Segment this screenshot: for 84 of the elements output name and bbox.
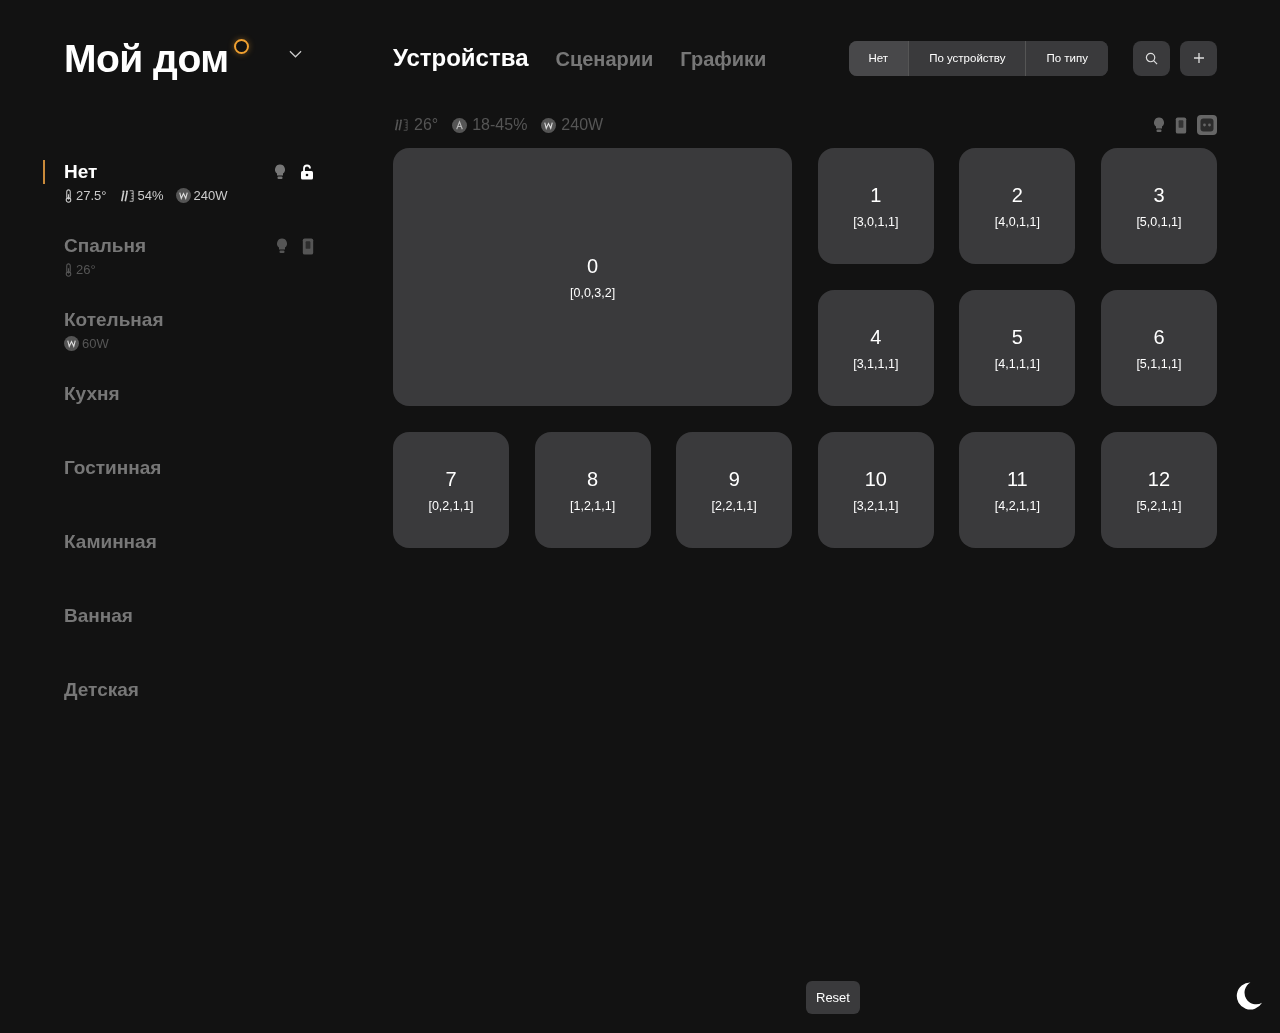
tile-label: 9: [728, 467, 740, 491]
home-title: Мой дом: [64, 36, 229, 82]
moon-icon[interactable]: [1234, 981, 1263, 1011]
bulb-icon[interactable]: [274, 164, 286, 180]
room-name[interactable]: Детская: [64, 678, 139, 702]
tile-coordinates: [3,1,1,1]: [853, 356, 899, 371]
tile-label: 7: [445, 467, 457, 491]
socket-icon[interactable]: [1197, 115, 1217, 135]
tile-label: 2: [1011, 183, 1023, 207]
switch-icon[interactable]: [302, 237, 314, 255]
tile-label: 6: [1153, 325, 1165, 349]
plus-icon: [1192, 52, 1205, 64]
tile-coordinates: [0,0,3,2]: [570, 285, 616, 300]
tile-coordinates: [2,2,1,1]: [711, 498, 757, 513]
tile-coordinates: [3,0,1,1]: [853, 214, 899, 229]
tile-label: 10: [864, 467, 887, 491]
status-ring-icon: [233, 39, 249, 54]
device-tile[interactable]: 5 [4,1,1,1]: [959, 290, 1076, 406]
device-tile[interactable]: 2 [4,0,1,1]: [959, 148, 1076, 264]
stat-reading: 18-45%: [472, 116, 528, 134]
grouping-option[interactable]: Нет: [848, 40, 909, 76]
switch-icon[interactable]: [1175, 116, 1187, 134]
tile-label: 5: [1011, 325, 1023, 349]
tile-coordinates: [0,2,1,1]: [428, 498, 474, 513]
humidity-icon: [393, 118, 409, 132]
bulb-icon[interactable]: [276, 238, 288, 254]
tile-coordinates: [5,2,1,1]: [1136, 498, 1182, 513]
room-name[interactable]: Нет: [64, 160, 98, 184]
tile-label: 8: [587, 467, 599, 491]
humidity-icon: [118, 188, 135, 203]
sensor-reading: 26°: [76, 262, 96, 277]
device-tile[interactable]: 6 [5,1,1,1]: [1100, 290, 1217, 406]
device-tile[interactable]: 7 [0,2,1,1]: [393, 432, 509, 548]
chevron-down-icon[interactable]: [288, 50, 302, 58]
watt-icon: [541, 117, 557, 133]
thermometer-icon: [64, 262, 73, 277]
device-tile[interactable]: 4 [3,1,1,1]: [817, 290, 934, 406]
device-tile[interactable]: 1 [3,0,1,1]: [817, 148, 934, 264]
tile-label: 1: [870, 183, 882, 207]
tile-label: 12: [1147, 467, 1171, 491]
bulb-icon[interactable]: [1153, 117, 1165, 133]
grouping-option[interactable]: По типу: [1025, 40, 1108, 76]
add-button[interactable]: [1180, 40, 1217, 76]
device-tile[interactable]: 0 [0,0,3,2]: [393, 148, 793, 406]
device-tile[interactable]: 8 [1,2,1,1]: [534, 432, 651, 548]
room-name[interactable]: Гостинная: [64, 456, 162, 480]
tile-coordinates: [5,0,1,1]: [1136, 214, 1182, 229]
reset-button[interactable]: Reset: [806, 981, 860, 1014]
sensor-reading: 54%: [137, 188, 164, 203]
tile-coordinates: [5,1,1,1]: [1136, 356, 1182, 371]
device-tile[interactable]: 10 [3,2,1,1]: [817, 432, 934, 548]
search-icon: [1145, 51, 1158, 65]
unlocked-lock-icon[interactable]: [300, 164, 314, 180]
tile-coordinates: [4,2,1,1]: [994, 498, 1040, 513]
tab[interactable]: Графики: [680, 48, 767, 71]
room-name[interactable]: Кухня: [64, 382, 120, 406]
auto-mode-icon: [452, 117, 468, 133]
tile-coordinates: [3,2,1,1]: [853, 498, 899, 513]
watt-icon: [175, 188, 191, 203]
room-name[interactable]: Ванная: [64, 604, 133, 628]
room-name[interactable]: Спальня: [64, 234, 147, 258]
tab[interactable]: Сценарии: [555, 48, 654, 71]
search-button[interactable]: [1133, 40, 1170, 76]
device-tile[interactable]: 12 [5,2,1,1]: [1100, 432, 1217, 548]
tile-label: 11: [1007, 467, 1028, 491]
thermometer-icon: [64, 188, 73, 203]
tile-label: 3: [1153, 183, 1165, 207]
watt-icon: [64, 336, 79, 351]
tile-label: 4: [870, 325, 882, 349]
room-name[interactable]: Котельная: [64, 308, 164, 332]
stat-reading: 26°: [414, 116, 439, 134]
sensor-reading: 27.5°: [76, 188, 107, 203]
tile-coordinates: [1,2,1,1]: [570, 498, 616, 513]
stat-reading: 240W: [561, 116, 604, 134]
device-tile[interactable]: 11 [4,2,1,1]: [959, 432, 1076, 548]
room-name[interactable]: Каминная: [64, 530, 157, 554]
tile-coordinates: [4,1,1,1]: [994, 356, 1040, 371]
tile-label: 0: [587, 254, 599, 278]
device-tile[interactable]: 3 [5,0,1,1]: [1100, 148, 1217, 264]
sensor-reading: 60W: [82, 336, 109, 351]
sensor-reading: 240W: [193, 188, 228, 203]
tile-coordinates: [4,0,1,1]: [994, 214, 1040, 229]
tab[interactable]: Устройства: [393, 44, 529, 72]
device-tile[interactable]: 9 [2,2,1,1]: [676, 432, 793, 548]
